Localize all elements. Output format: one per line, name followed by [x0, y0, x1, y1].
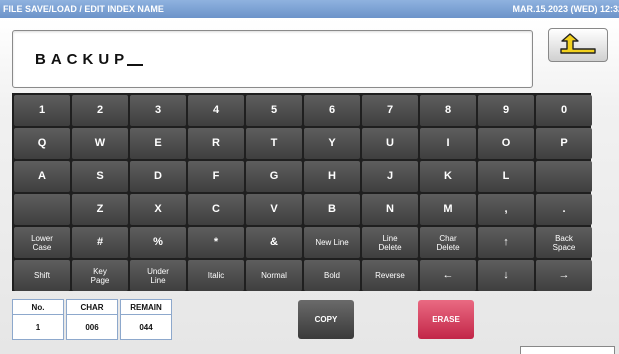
key-0-8[interactable]: 9	[478, 95, 534, 126]
char-count-label: CHAR	[67, 300, 117, 315]
key-4-3[interactable]: *	[188, 227, 244, 258]
key-0-1[interactable]: 2	[72, 95, 128, 126]
remaining-label: REMAIN	[121, 300, 171, 315]
key-2-0[interactable]: A	[14, 161, 70, 192]
corner-panel	[520, 346, 615, 354]
key-3-5[interactable]: B	[304, 194, 360, 225]
date-time: MAR.15.2023 (WED) 12:32	[512, 4, 619, 14]
key-2-1[interactable]: S	[72, 161, 128, 192]
key-5-0[interactable]: Shift	[14, 260, 70, 291]
index-number-cell: No. 1	[12, 299, 64, 340]
key-5-3[interactable]: Italic	[188, 260, 244, 291]
index-number-label: No.	[13, 300, 63, 315]
char-count-value: 006	[85, 322, 99, 332]
key-1-5[interactable]: Y	[304, 128, 360, 159]
index-name-text: BACKUP	[35, 50, 130, 68]
key-1-9[interactable]: P	[536, 128, 592, 159]
key-5-8[interactable]: ↓	[478, 260, 534, 291]
on-screen-keyboard: 1 2 3 4 5 6 7 8 9 0 Q W E R T Y U I O P A S D F G H J K L Z X C V B N M,. Lo…	[12, 93, 592, 291]
key-4-1[interactable]: #	[72, 227, 128, 258]
key-4-0[interactable]: Lower Case	[14, 227, 70, 258]
key-2-9[interactable]	[536, 161, 592, 192]
key-5-4[interactable]: Normal	[246, 260, 302, 291]
index-number-value: 1	[35, 322, 41, 332]
key-4-6[interactable]: Line Delete	[362, 227, 418, 258]
remaining-value: 044	[139, 322, 153, 332]
key-5-9[interactable]: →	[536, 260, 592, 291]
key-3-1[interactable]: Z	[72, 194, 128, 225]
key-1-2[interactable]: E	[130, 128, 186, 159]
title-bar: FILE SAVE/LOAD / EDIT INDEX NAME MAR.15.…	[0, 0, 619, 18]
key-0-5[interactable]: 6	[304, 95, 360, 126]
key-5-5[interactable]: Bold	[304, 260, 360, 291]
key-5-2[interactable]: Under Line	[130, 260, 186, 291]
key-1-4[interactable]: T	[246, 128, 302, 159]
remaining-cell: REMAIN 044	[120, 299, 172, 340]
screen-title: FILE SAVE/LOAD / EDIT INDEX NAME	[3, 4, 164, 14]
key-3-9[interactable]: .	[536, 194, 592, 225]
back-button[interactable]	[548, 28, 608, 62]
key-3-7[interactable]: M	[420, 194, 476, 225]
return-arrow-icon	[560, 33, 596, 54]
key-3-0[interactable]	[14, 194, 70, 225]
index-name-field[interactable]: BACKUP	[12, 30, 533, 88]
key-1-1[interactable]: W	[72, 128, 128, 159]
key-4-9[interactable]: Back Space	[536, 227, 592, 258]
key-3-6[interactable]: N	[362, 194, 418, 225]
key-2-5[interactable]: H	[304, 161, 360, 192]
key-0-9[interactable]: 0	[536, 95, 592, 126]
key-2-3[interactable]: F	[188, 161, 244, 192]
key-0-4[interactable]: 5	[246, 95, 302, 126]
key-1-8[interactable]: O	[478, 128, 534, 159]
key-1-0[interactable]: Q	[14, 128, 70, 159]
key-0-3[interactable]: 4	[188, 95, 244, 126]
erase-button[interactable]: ERASE	[418, 300, 474, 339]
key-2-4[interactable]: G	[246, 161, 302, 192]
text-cursor	[127, 64, 144, 66]
key-3-2[interactable]: X	[130, 194, 186, 225]
key-5-1[interactable]: Key Page	[72, 260, 128, 291]
key-4-8[interactable]: ↑	[478, 227, 534, 258]
key-4-2[interactable]: %	[130, 227, 186, 258]
key-1-7[interactable]: I	[420, 128, 476, 159]
key-4-4[interactable]: &	[246, 227, 302, 258]
key-5-7[interactable]: ←	[420, 260, 476, 291]
key-0-6[interactable]: 7	[362, 95, 418, 126]
char-count-cell: CHAR 006	[66, 299, 118, 340]
status-panel: No. 1 CHAR 006 REMAIN 044	[12, 299, 174, 340]
key-0-0[interactable]: 1	[14, 95, 70, 126]
key-3-8[interactable]: ,	[478, 194, 534, 225]
key-3-3[interactable]: C	[188, 194, 244, 225]
key-0-2[interactable]: 3	[130, 95, 186, 126]
key-2-7[interactable]: K	[420, 161, 476, 192]
key-2-8[interactable]: L	[478, 161, 534, 192]
key-2-2[interactable]: D	[130, 161, 186, 192]
key-5-6[interactable]: Reverse	[362, 260, 418, 291]
key-3-4[interactable]: V	[246, 194, 302, 225]
key-4-7[interactable]: Char Delete	[420, 227, 476, 258]
copy-button[interactable]: COPY	[298, 300, 354, 339]
key-1-6[interactable]: U	[362, 128, 418, 159]
key-4-5[interactable]: New Line	[304, 227, 360, 258]
key-1-3[interactable]: R	[188, 128, 244, 159]
key-0-7[interactable]: 8	[420, 95, 476, 126]
key-2-6[interactable]: J	[362, 161, 418, 192]
